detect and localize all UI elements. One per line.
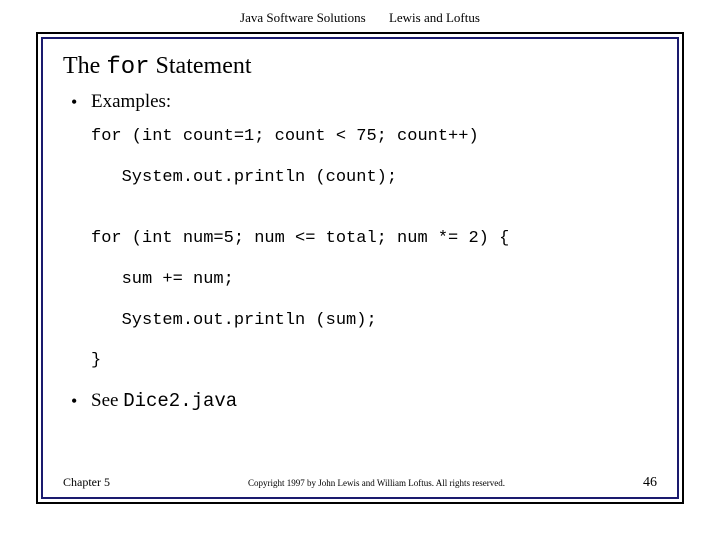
title-keyword: for (106, 54, 149, 81)
code-line: System.out.println (count); (91, 168, 397, 187)
examples-label: Examples: (91, 91, 171, 112)
title-post: Statement (150, 53, 252, 79)
see-pre: See (91, 390, 123, 411)
slide-frame-outer: The for Statement Examples: for (int cou… (36, 32, 684, 504)
bullet-list: Examples: for (int count=1; count < 75; … (63, 91, 657, 412)
chapter-label: Chapter 5 (63, 475, 110, 490)
title-pre: The (63, 53, 106, 79)
code-line: } (91, 351, 101, 370)
code-example-1: for (int count=1; count < 75; count++) S… (91, 127, 657, 372)
code-line: for (int count=1; count < 75; count++) (91, 127, 479, 146)
slide-footer: Chapter 5 Copyright 1997 by John Lewis a… (63, 475, 657, 491)
copyright-text: Copyright 1997 by John Lewis and William… (110, 478, 643, 488)
slide-title: The for Statement (63, 51, 657, 91)
book-title: Java Software Solutions (240, 10, 366, 26)
bullet-examples: Examples: for (int count=1; count < 75; … (91, 91, 657, 372)
code-line: System.out.println (sum); (91, 311, 377, 330)
see-filename: Dice2.java (123, 390, 237, 412)
code-line: sum += num; (91, 270, 234, 289)
code-line: for (int num=5; num <= total; num *= 2) … (91, 229, 509, 248)
page-number: 46 (643, 475, 657, 491)
slide-header: Java Software Solutions Lewis and Loftus (0, 0, 720, 32)
book-authors: Lewis and Loftus (389, 10, 480, 26)
slide-frame-inner: The for Statement Examples: for (int cou… (41, 37, 679, 499)
bullet-see: See Dice2.java (91, 390, 657, 412)
